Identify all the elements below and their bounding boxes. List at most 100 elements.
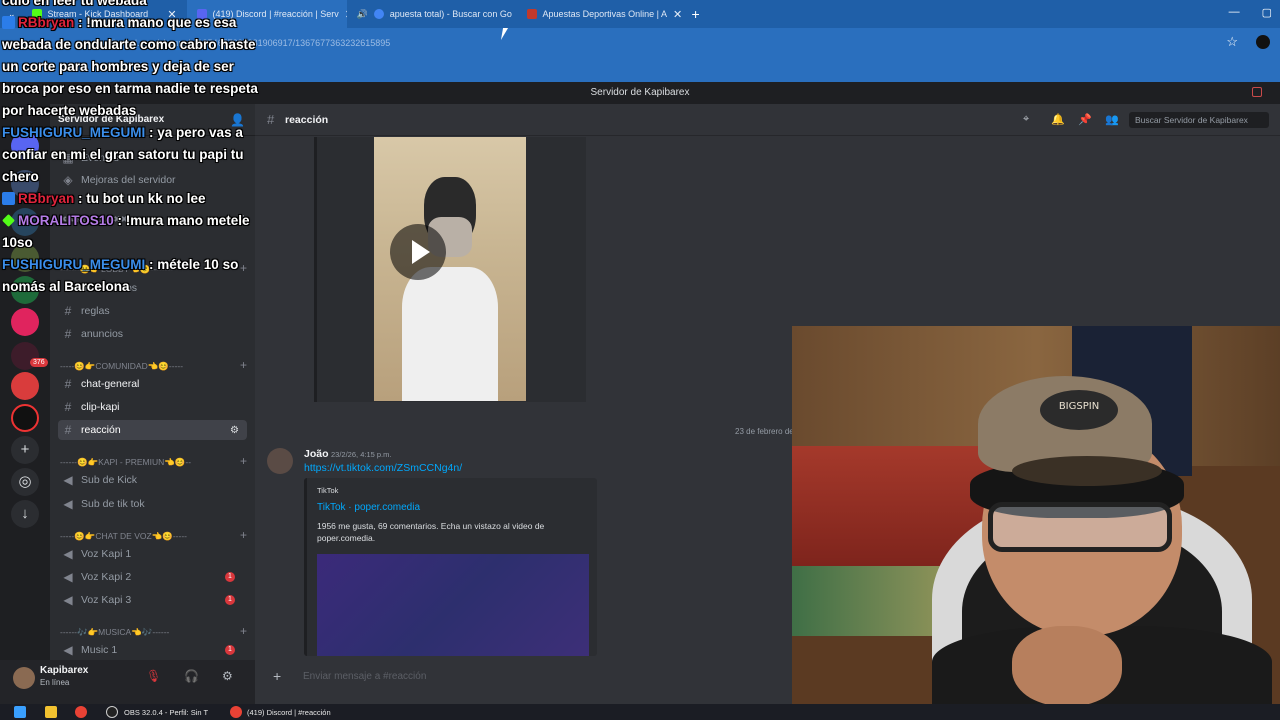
close-icon[interactable]: ✕ [673,8,682,21]
speaker-icon: ◀ [63,570,73,584]
chrome-icon[interactable] [230,706,242,718]
sidebar-item-label: Voz Kapi 3 [81,594,132,606]
sidebar-item-reaccion[interactable]: # reacción ⚙ [58,420,247,440]
category-label: -----😊👉CHAT DE VOZ👈😊----- [60,531,187,541]
kick-badge-icon [2,192,15,205]
taskbar-discord-label[interactable]: (419) Discord | #reacción [247,708,331,717]
file-explorer-icon[interactable] [45,706,57,718]
server-icon[interactable] [11,404,39,432]
windows-taskbar: OBS 32.0.4 - Perfil: Sin T (419) Discord… [0,704,1280,720]
pin-icon[interactable]: 📌 [1078,113,1092,126]
google-icon [373,9,384,19]
video-person [402,177,498,401]
bell-icon[interactable]: 🔔 [1051,113,1065,126]
category-musica[interactable]: ------🎶👉MUSICA👈🎶------ + [60,625,247,638]
channel-name: reacción [285,114,329,126]
mic-muted-icon[interactable]: 🎙 [146,669,161,683]
headphones-icon[interactable]: 🎧 [184,669,199,683]
sidebar-item-voz-kapi-2[interactable]: ◀ Voz Kapi 2 1 [58,567,247,587]
mention-badge: 376 [30,358,48,367]
chat-text: cuio en leer tu webada [2,0,147,8]
tab-apuestas[interactable]: Apuestas Deportivas Online | A ✕ [517,0,682,28]
embed-thumbnail[interactable] [317,554,589,656]
sidebar-item-anuncios[interactable]: # anuncios [58,324,247,344]
chat-message: RBbryan : !mura mano que es esa webada d… [2,12,270,122]
avatar[interactable] [267,448,293,474]
sidebar-item-voz-kapi-3[interactable]: ◀ Voz Kapi 3 1 [58,590,247,610]
bookmark-star-icon[interactable]: ☆ [1226,34,1238,50]
search-input[interactable]: Buscar Servidor de Kapibarex [1129,112,1269,128]
chat-username: FUSHIGURU_MEGUMI [2,257,146,272]
add-channel-icon[interactable]: + [240,359,247,372]
embed-description: 1956 me gusta, 69 comentarios. Echa un v… [317,521,545,543]
tab-google-search[interactable]: 🔊 apuesta total) - Buscar con Go ✕ [347,0,517,28]
add-channel-icon[interactable]: + [240,529,247,542]
sidebar-item-sub-kick[interactable]: ◀ Sub de Kick [58,470,247,490]
chat-username: FUSHIGURU_MEGUMI [2,125,146,140]
sidebar-item-clip-kapi[interactable]: # clip-kapi [58,397,247,417]
settings-gear-icon[interactable]: ⚙ [222,669,233,683]
chat-message: FUSHIGURU_MEGUMI : métele 10 so nomás al… [2,254,270,298]
category-label: ------😊👉KAPI - PREMIUN👈😊-- [60,457,192,467]
new-tab-button[interactable]: + [692,6,700,22]
sidebar-item-music-1[interactable]: ◀ Music 1 1 [58,640,247,660]
sidebar-item-chat-general[interactable]: # chat-general [58,374,247,394]
category-chat-de-voz[interactable]: -----😊👉CHAT DE VOZ👈😊----- + [60,529,247,542]
sidebar-item-reglas[interactable]: # reglas [58,301,247,321]
attach-plus-icon[interactable]: + [273,668,281,684]
unread-badge: 1 [225,595,235,605]
settings-gear-icon[interactable]: ⚙ [230,425,239,436]
download-icon[interactable]: ↓ [11,500,39,528]
user-panel: Kapibarex En línea 🎙 🎧 ⚙ [0,660,255,704]
add-channel-icon[interactable]: + [240,455,247,468]
sidebar-item-label: Voz Kapi 1 [81,548,132,560]
window-controls: — ▢ [1229,6,1272,19]
obs-icon[interactable] [106,706,118,718]
minimize-button[interactable]: — [1229,6,1240,19]
message-link[interactable]: https://vt.tiktok.com/ZSmCCNg4n/ [304,462,462,474]
speaker-icon: ◀ [63,473,73,487]
chrome-icon[interactable] [75,706,87,718]
members-icon[interactable]: 👥 [1105,113,1119,126]
windows-start-icon[interactable] [14,706,26,718]
chat-text: : !mura mano que es esa webada de ondula… [2,15,258,118]
sidebar-item-sub-tiktok[interactable]: ◀ Sub de tik tok [58,494,247,514]
avatar[interactable] [13,667,35,689]
speaker-icon: ◀ [63,497,73,511]
hash-icon: # [64,400,72,414]
discover-icon[interactable]: ◎ [11,468,39,496]
sidebar-item-label: Sub de Kick [81,474,138,486]
diamond-badge-icon [2,214,15,227]
speaker-icon: ◀ [63,593,73,607]
chat-message: RBbryan : tu bot un kk no lee [2,188,270,210]
server-icon[interactable]: 376 [11,342,48,370]
inbox-icon[interactable] [1252,87,1262,97]
threads-icon[interactable]: ⌖ [1023,113,1029,126]
taskbar-obs-label[interactable]: OBS 32.0.4 - Perfil: Sin T [124,708,208,717]
kick-badge-icon [2,16,15,29]
play-icon[interactable] [390,224,446,280]
add-server-button[interactable]: + [11,436,39,464]
chat-username: RBbryan [18,15,75,30]
category-comunidad[interactable]: -----😊👉COMUNIDAD👈😊----- + [60,359,247,372]
embed-title[interactable]: TikTok · poper.comedia [317,502,420,513]
chat-text: : tu bot un kk no lee [78,191,206,206]
video-person-body [402,267,498,401]
hash-icon: # [64,423,72,437]
sidebar-item-label: anuncios [81,328,124,340]
unread-badge: 1 [225,572,235,582]
profile-avatar[interactable] [1256,35,1270,49]
maximize-button[interactable]: ▢ [1262,6,1272,19]
message-author[interactable]: João [304,448,329,460]
server-icon[interactable] [11,372,39,400]
category-premium[interactable]: ------😊👉KAPI - PREMIUN👈😊-- + [60,455,247,468]
sidebar-item-label: reglas [81,305,110,317]
hash-icon: # [64,377,72,391]
webcam-overlay: BIGSPIN [792,326,1280,704]
message-composer[interactable]: + Enviar mensaje a #reacción [265,664,795,688]
server-icon[interactable] [11,308,39,336]
message-timestamp: 23/2/26, 4:15 p.m. [331,450,392,459]
chat-message: MORALITOS10 : !mura mano metele 10so [2,210,270,254]
add-channel-icon[interactable]: + [240,625,247,638]
sidebar-item-voz-kapi-1[interactable]: ◀ Voz Kapi 1 [58,544,247,564]
